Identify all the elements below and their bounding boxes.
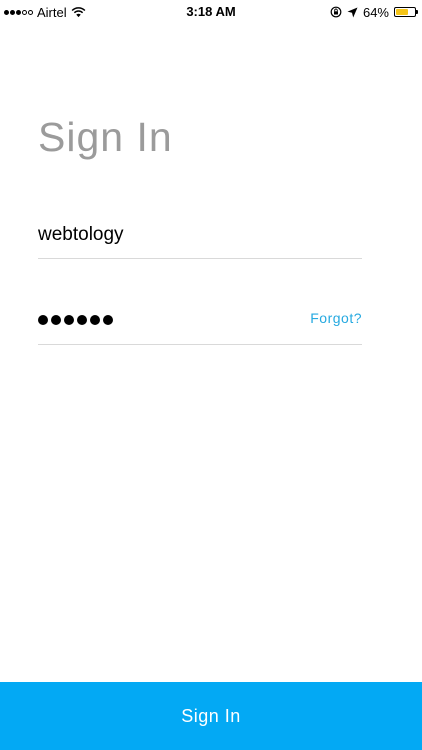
username-value[interactable]: webtology [38,224,124,246]
battery-fill [396,9,408,15]
battery-percent: 64% [362,4,389,20]
battery-icon [394,7,418,17]
password-dot [77,315,87,325]
orientation-lock-icon [330,6,342,18]
battery-tip [416,10,418,14]
sign-in-screen: Airtel 3:18 AM 64% Sign In webtology For… [0,0,422,750]
forgot-password-link[interactable]: Forgot? [310,310,362,326]
password-value[interactable] [38,315,113,325]
location-arrow-icon [347,7,358,17]
password-dot [38,315,48,325]
sign-in-button[interactable]: Sign In [0,682,422,750]
status-bar: Airtel 3:18 AM 64% [0,0,422,24]
password-dot [103,315,113,325]
status-bar-right: 64% [330,4,418,20]
password-dot [64,315,74,325]
password-field[interactable]: Forgot? [38,300,362,345]
username-field[interactable]: webtology [38,214,362,259]
page-title: Sign In [38,114,173,160]
password-dot [90,315,100,325]
password-dot [51,315,61,325]
